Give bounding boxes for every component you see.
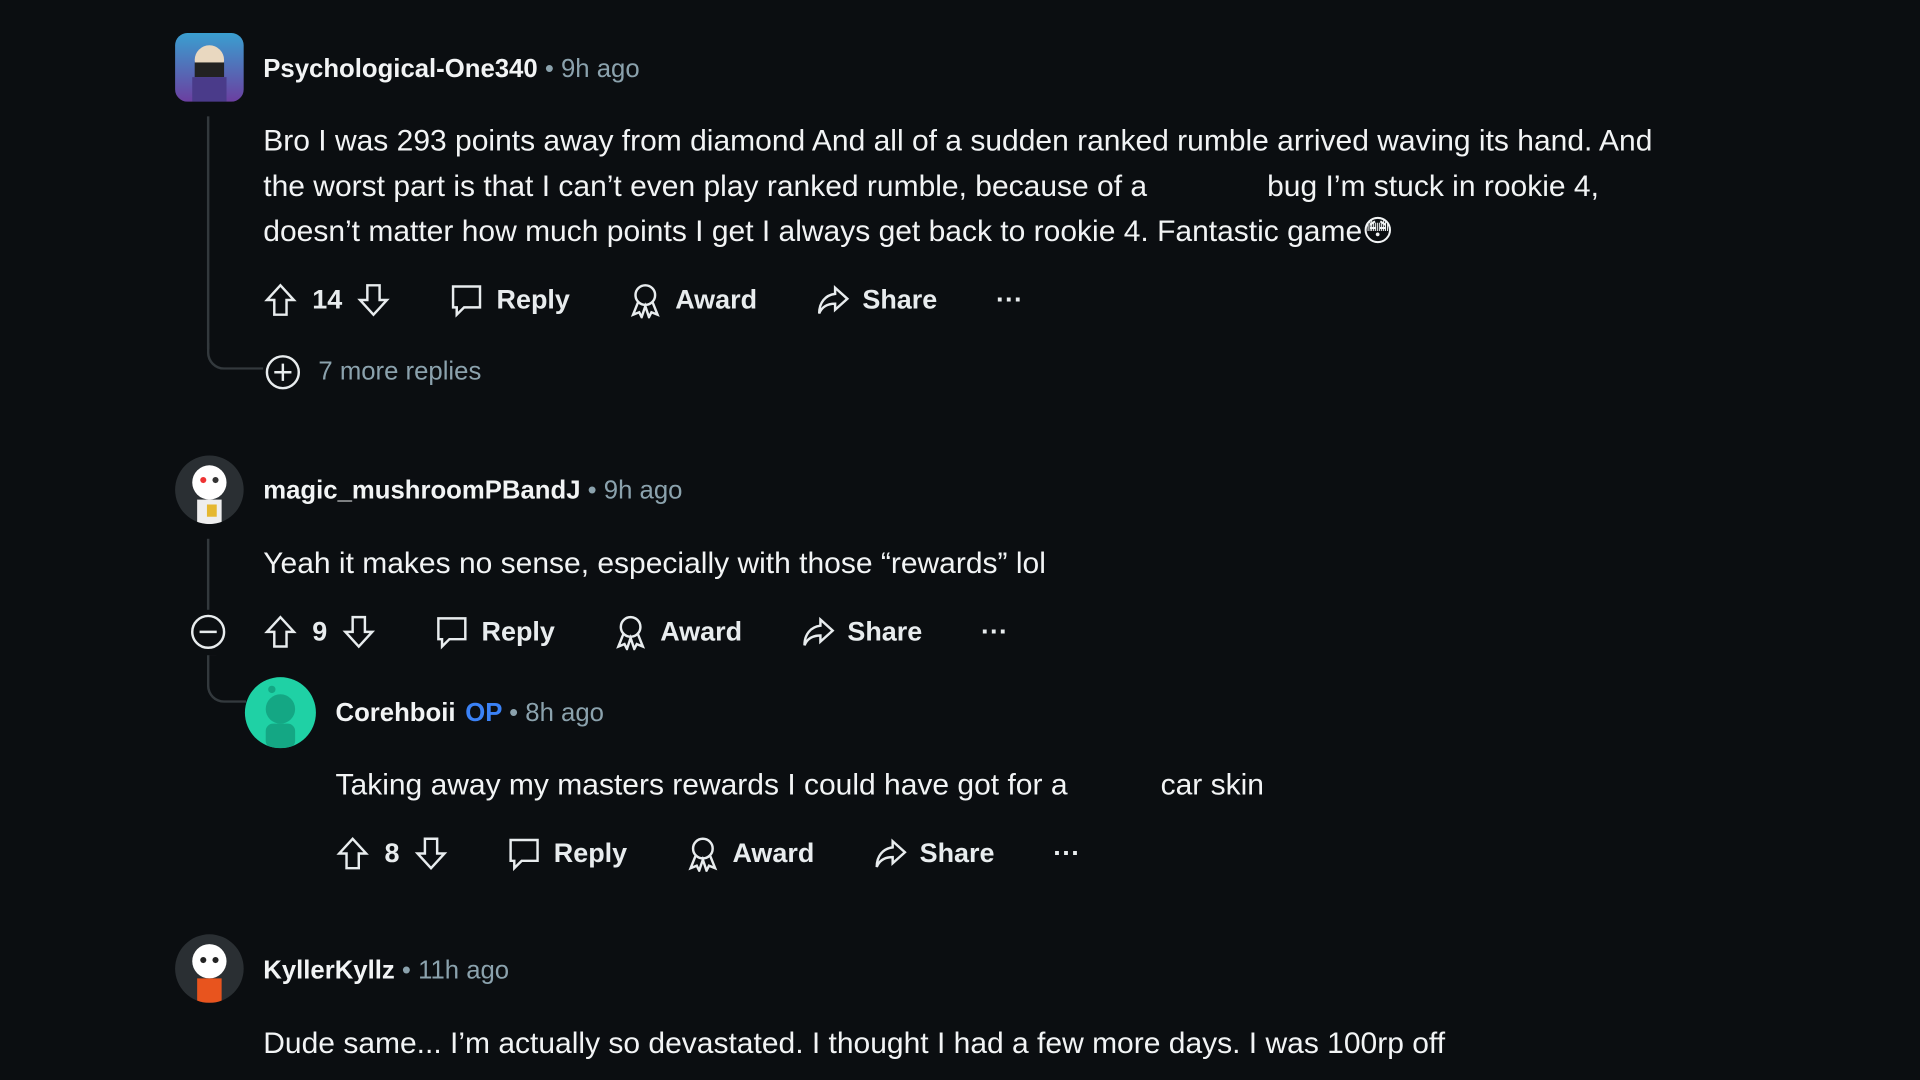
comment-icon [509, 838, 540, 872]
username[interactable]: KyllerKyllz • 11h ago [263, 956, 509, 985]
award-icon [631, 284, 661, 319]
share-icon [818, 285, 850, 314]
more-replies-button[interactable]: 7 more replies [264, 354, 481, 391]
thread-line[interactable] [206, 116, 210, 349]
avatar[interactable] [175, 33, 244, 102]
comment-line: Dude same... I’m actually so devastated.… [263, 1027, 1446, 1061]
avatar-image [192, 944, 227, 1003]
comment-line: doesn’t matter how much points I get I a… [263, 215, 1394, 249]
upvote-icon[interactable] [263, 282, 297, 319]
comment-icon [437, 617, 467, 650]
more-options-button[interactable]: ··· [981, 616, 1008, 648]
thread-line[interactable] [206, 342, 264, 370]
comment-actions: 8 Reply Award Share ··· [336, 831, 1139, 875]
timestamp: • 11h ago [401, 956, 510, 985]
timestamp: • 9h ago [587, 476, 683, 505]
comment-line: Taking away my masters rewards I could h… [335, 768, 1264, 803]
comment-icon [452, 285, 482, 318]
comment-line: Bro I was 293 points away from diamond A… [263, 124, 1653, 158]
award-icon [688, 837, 718, 872]
username-link[interactable]: magic_mushroomPBandJ [263, 476, 580, 504]
avatar-image [192, 465, 227, 525]
minus-circle-icon [191, 614, 226, 649]
collapse-button[interactable] [190, 613, 227, 650]
op-badge: OP [465, 699, 503, 728]
downvote-icon[interactable] [414, 835, 448, 872]
upvote-icon[interactable] [336, 835, 370, 872]
vote-count: 8 [384, 837, 400, 869]
comment-body: Taking away my masters rewards I could h… [336, 763, 1264, 808]
username-link[interactable]: Psychological-One340 [263, 55, 537, 83]
comment-actions: 14 Reply Award Share ··· [263, 278, 1081, 322]
avatar-image [192, 45, 227, 102]
avatar-image [265, 685, 296, 749]
more-options-button[interactable]: ··· [1053, 838, 1080, 870]
comment-body: Dude same... I’m actually so devastated.… [263, 1021, 1445, 1066]
vote-count: 9 [312, 615, 328, 647]
timestamp: • 8h ago [509, 699, 604, 728]
username-link[interactable]: KyllerKyllz [263, 956, 394, 984]
timestamp: • 9h ago [544, 55, 640, 84]
username[interactable]: magic_mushroomPBandJ • 9h ago [263, 476, 682, 505]
username[interactable]: Psychological-One340 • 9h ago [263, 55, 639, 84]
share-button[interactable]: Share [816, 282, 937, 319]
comment-body: Yeah it makes no sense, especially with … [263, 541, 1046, 586]
comment-line: the worst part is that I can’t even play… [263, 170, 1599, 204]
avatar[interactable] [175, 455, 244, 525]
reply-button[interactable]: Reply [450, 282, 570, 319]
downvote-icon[interactable] [342, 613, 376, 650]
thread-line[interactable] [206, 655, 247, 703]
avatar[interactable] [244, 677, 316, 749]
award-icon [616, 615, 646, 651]
comment-line: Yeah it makes no sense, especially with … [263, 547, 1046, 581]
comment-body: Bro I was 293 points away from diamond A… [263, 119, 1652, 255]
thread-line[interactable] [206, 538, 210, 610]
vote-count: 14 [312, 284, 343, 315]
reply-button[interactable]: Reply [435, 613, 555, 650]
reply-button[interactable]: Reply [507, 835, 627, 872]
upvote-icon[interactable] [263, 613, 297, 650]
share-button[interactable]: Share [873, 835, 995, 872]
comment-thread: Psychological-One340 • 9h ago Bro I was … [0, 0, 1920, 1080]
award-button[interactable]: Award [686, 835, 814, 872]
plus-circle-icon [265, 355, 301, 390]
more-options-button[interactable]: ··· [996, 284, 1023, 316]
award-button[interactable]: Award [629, 282, 757, 319]
share-button[interactable]: Share [801, 613, 922, 650]
award-button[interactable]: Award [614, 613, 742, 651]
username-link[interactable]: Corehboii [336, 699, 456, 727]
comment-actions: 9 Reply Award Share ··· [263, 610, 1066, 654]
downvote-icon[interactable] [357, 282, 391, 319]
share-icon [875, 838, 907, 868]
avatar[interactable] [175, 934, 244, 1003]
share-icon [803, 616, 835, 646]
flushed-emoji: 😳 [1362, 215, 1394, 249]
username[interactable]: Corehboii OP • 8h ago [336, 699, 604, 728]
